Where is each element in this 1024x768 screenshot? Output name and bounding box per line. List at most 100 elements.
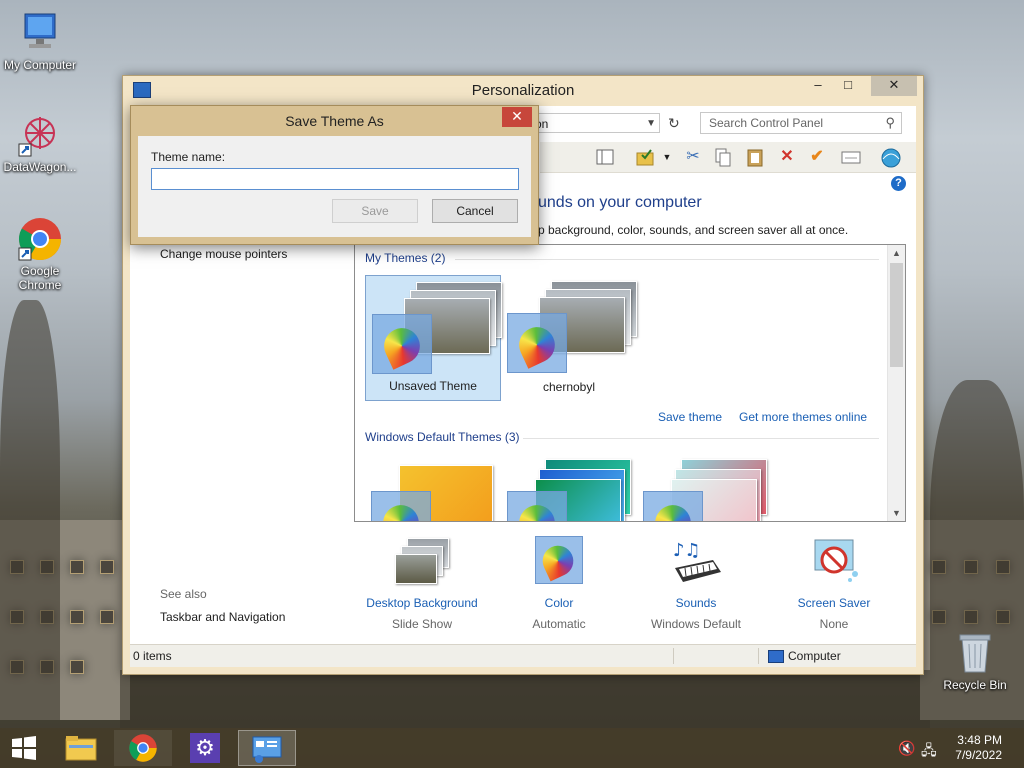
chevron-down-icon[interactable]: ▼ bbox=[656, 146, 678, 168]
recycle-bin-icon bbox=[952, 630, 998, 676]
windows-icon bbox=[12, 736, 36, 760]
status-bar: 0 items Computer bbox=[130, 644, 916, 667]
network-icon[interactable]: 🖧 bbox=[921, 740, 937, 764]
save-button[interactable]: Save bbox=[332, 199, 418, 223]
chrome-icon bbox=[17, 216, 63, 262]
save-theme-link[interactable]: Save theme bbox=[658, 410, 722, 424]
paste-icon[interactable] bbox=[744, 146, 766, 168]
desktop-background-icon bbox=[393, 538, 451, 586]
clock-date: 7/9/2022 bbox=[955, 748, 1002, 762]
address-bar[interactable]: on ▼ bbox=[530, 113, 660, 133]
minimize-button[interactable]: – bbox=[805, 76, 831, 96]
start-button[interactable] bbox=[0, 730, 48, 766]
desktop-icon-label: My Computer bbox=[3, 58, 77, 72]
theme-tile-lines-and-colors[interactable] bbox=[501, 455, 637, 521]
desktop-icon-recycle-bin[interactable]: Recycle Bin bbox=[935, 630, 1015, 692]
scrollbar-thumb[interactable] bbox=[890, 263, 903, 367]
divider bbox=[673, 648, 674, 664]
color-fan-icon bbox=[371, 491, 431, 521]
sounds-item[interactable]: ♪♫ Sounds Windows Default bbox=[631, 538, 761, 631]
background-trees bbox=[0, 300, 60, 720]
toolbar: ▼ ✂ ✕ ✔ bbox=[540, 142, 916, 173]
dialog-body: Theme name: Save Cancel bbox=[138, 136, 531, 237]
shell-icon[interactable] bbox=[880, 146, 902, 168]
themes-list: My Themes (2) Unsaved Theme chernobyl Sa… bbox=[354, 244, 906, 522]
link-taskbar-and-navigation[interactable]: Taskbar and Navigation bbox=[160, 610, 285, 624]
help-icon[interactable]: ? bbox=[891, 176, 906, 191]
desktop-icon-datawagon[interactable]: DataWagon... bbox=[0, 112, 80, 174]
status-item-count: 0 items bbox=[133, 649, 172, 663]
screen-saver-item[interactable]: Screen Saver None bbox=[769, 538, 899, 631]
color-fan-icon bbox=[530, 536, 588, 586]
color-item[interactable]: Color Automatic bbox=[494, 536, 624, 631]
chrome-icon bbox=[129, 734, 157, 762]
clock-time: 3:48 PM bbox=[957, 733, 1002, 747]
bottom-item-subtitle: None bbox=[819, 617, 849, 631]
screen-saver-icon bbox=[805, 538, 863, 586]
layout-icon[interactable] bbox=[594, 146, 616, 168]
bottom-item-title: Color bbox=[544, 596, 574, 610]
bottom-item-subtitle: Slide Show bbox=[391, 617, 453, 631]
chevron-down-icon[interactable]: ▼ bbox=[646, 114, 656, 134]
page-heading: unds on your computer bbox=[538, 194, 702, 211]
window-title: Personalization bbox=[471, 82, 575, 99]
copy-icon[interactable] bbox=[712, 146, 734, 168]
properties-icon[interactable] bbox=[840, 146, 862, 168]
color-fan-icon bbox=[507, 491, 567, 521]
control-panel-icon bbox=[252, 736, 282, 763]
volume-muted-icon[interactable]: 🔇 bbox=[898, 740, 915, 757]
taskbar-chrome[interactable] bbox=[114, 730, 172, 766]
search-placeholder: Search Control Panel bbox=[709, 116, 824, 130]
color-fan-icon bbox=[507, 313, 567, 373]
search-icon[interactable]: ⚲ bbox=[885, 113, 895, 133]
bottom-item-title: Desktop Background bbox=[366, 596, 478, 610]
get-more-themes-link[interactable]: Get more themes online bbox=[739, 410, 867, 424]
theme-tile-chernobyl[interactable]: chernobyl bbox=[501, 275, 637, 401]
taskbar-clock[interactable]: 3:48 PM 7/9/2022 bbox=[955, 733, 1002, 763]
scroll-up-icon[interactable]: ▲ bbox=[888, 248, 905, 258]
see-also-label: See also bbox=[160, 587, 207, 601]
dialog-close-button[interactable]: ✕ bbox=[502, 107, 532, 127]
dialog-title: Save Theme As bbox=[285, 113, 384, 129]
datawagon-icon bbox=[17, 112, 63, 158]
theme-name: chernobyl bbox=[542, 380, 596, 394]
theme-name-input[interactable] bbox=[151, 168, 519, 190]
themes-scrollbar[interactable]: ▲ ▼ bbox=[887, 245, 905, 521]
gear-icon: ⚙ bbox=[190, 733, 220, 763]
computer-icon bbox=[17, 10, 63, 56]
default-themes-header: Windows Default Themes (3) bbox=[365, 430, 520, 444]
maximize-button[interactable]: □ bbox=[835, 76, 861, 96]
cut-icon[interactable]: ✂ bbox=[682, 146, 704, 168]
bottom-item-title: Sounds bbox=[675, 596, 717, 610]
color-fan-icon bbox=[372, 314, 432, 374]
delete-icon[interactable]: ✕ bbox=[776, 146, 798, 168]
checkmark-icon[interactable]: ✔ bbox=[806, 146, 828, 168]
save-theme-dialog: Save Theme As ✕ Theme name: Save Cancel bbox=[130, 105, 539, 245]
search-input[interactable]: Search Control Panel ⚲ bbox=[700, 112, 902, 134]
taskbar-file-explorer[interactable] bbox=[52, 730, 110, 766]
desktop-background-item[interactable]: Desktop Background Slide Show bbox=[357, 538, 487, 631]
refresh-icon[interactable]: ↻ bbox=[668, 115, 680, 132]
theme-name-label: Theme name: bbox=[151, 150, 226, 164]
theme-name: Unsaved Theme bbox=[389, 379, 477, 393]
theme-tile-windows[interactable] bbox=[365, 455, 501, 521]
cancel-button[interactable]: Cancel bbox=[432, 199, 518, 223]
desktop-icon-my-computer[interactable]: My Computer bbox=[0, 10, 80, 72]
status-location: Computer bbox=[788, 649, 841, 663]
folder-options-icon[interactable] bbox=[634, 146, 656, 168]
window-titlebar[interactable]: Personalization – □ ✕ bbox=[123, 76, 923, 106]
theme-tile-flowers[interactable] bbox=[637, 455, 773, 521]
taskbar-control-panel[interactable] bbox=[238, 730, 296, 766]
close-button[interactable]: ✕ bbox=[871, 76, 917, 96]
folder-icon bbox=[65, 736, 97, 761]
bottom-item-subtitle: Automatic bbox=[532, 617, 586, 631]
desktop-icon-google-chrome[interactable]: Google Chrome bbox=[0, 216, 80, 292]
link-change-mouse-pointers[interactable]: Change mouse pointers bbox=[160, 247, 287, 261]
divider bbox=[455, 259, 879, 260]
theme-tile-unsaved[interactable]: Unsaved Theme bbox=[365, 275, 502, 401]
taskbar-settings[interactable]: ⚙ bbox=[176, 730, 234, 766]
sounds-icon: ♪♫ bbox=[667, 538, 725, 586]
desktop-icon-label: Google Chrome bbox=[18, 264, 62, 292]
computer-icon bbox=[768, 650, 784, 663]
scroll-down-icon[interactable]: ▼ bbox=[888, 508, 905, 518]
